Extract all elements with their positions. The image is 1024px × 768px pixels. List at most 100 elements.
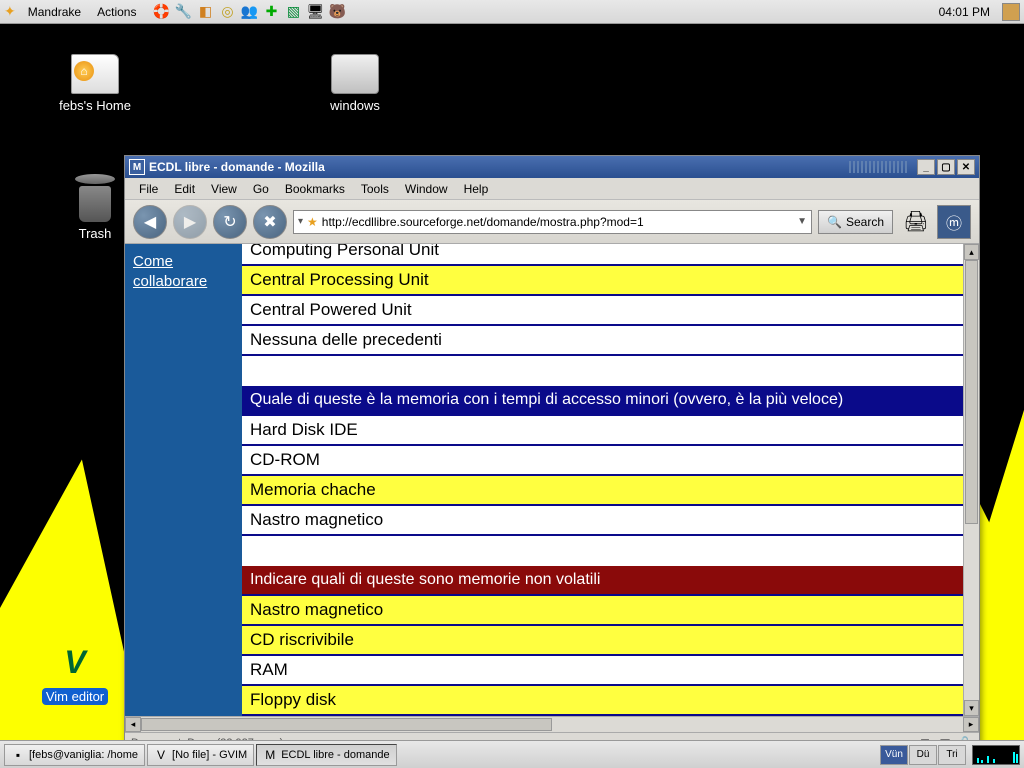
scroll-right-button[interactable]: ▸: [963, 717, 979, 732]
reload-button[interactable]: ↻: [213, 205, 247, 239]
stop-button[interactable]: ✖: [253, 205, 287, 239]
forward-button[interactable]: ▶: [173, 205, 207, 239]
tray-icon-2[interactable]: 🔧: [174, 3, 192, 21]
desktop-button[interactable]: Dü: [909, 745, 937, 765]
answer-row[interactable]: RAM: [242, 656, 963, 686]
vim-logo-icon: V: [51, 644, 99, 684]
vertical-scrollbar[interactable]: ▴ ▾: [963, 244, 979, 716]
search-label: Search: [846, 215, 884, 229]
taskbar-item[interactable]: ▪ [febs@vaniglia: /home: [4, 744, 145, 766]
menu-go[interactable]: Go: [245, 180, 277, 198]
task-app-icon: V: [154, 748, 168, 762]
clock[interactable]: 04:01 PM: [931, 5, 998, 19]
quiz-block: Quale di queste è la memoria con i tempi…: [242, 386, 963, 536]
titlebar[interactable]: M ECDL libre - domande - Mozilla _ ▢ ✕: [125, 156, 979, 178]
home-folder-icon[interactable]: ⌂ febs's Home: [40, 54, 150, 113]
icon-label: febs's Home: [40, 98, 150, 113]
scroll-down-button[interactable]: ▾: [964, 700, 979, 716]
tray-icon-3[interactable]: ◧: [196, 3, 214, 21]
task-app-icon: M: [263, 748, 277, 762]
task-label: [febs@vaniglia: /home: [29, 749, 138, 761]
close-button[interactable]: ✕: [957, 159, 975, 175]
search-icon: 🔍: [827, 215, 842, 229]
tray-icon-7[interactable]: ▧: [284, 3, 302, 21]
desktop-button[interactable]: Vün: [880, 745, 908, 765]
tray-icon-4[interactable]: ◎: [218, 3, 236, 21]
task-app-icon: ▪: [11, 748, 25, 762]
titlebar-grip: [849, 161, 909, 173]
icon-label: Vim editor: [42, 688, 108, 705]
os-menu[interactable]: Mandrake: [20, 3, 89, 21]
tray-icon-5[interactable]: 👥: [240, 3, 258, 21]
mandrake-star-icon: ✦: [4, 3, 16, 20]
tray-icon-6[interactable]: ✚: [262, 3, 280, 21]
answer-row[interactable]: CD-ROM: [242, 446, 963, 476]
quiz-block: Computing Personal UnitCentral Processin…: [242, 244, 963, 356]
answer-row[interactable]: Nastro magnetico: [242, 506, 963, 536]
scroll-thumb[interactable]: [965, 260, 978, 524]
answer-row[interactable]: Nastro magnetico: [242, 594, 963, 626]
answer-row[interactable]: Central Powered Unit: [242, 296, 963, 326]
hscroll-track[interactable]: [141, 717, 963, 732]
url-history-dropdown[interactable]: ▾: [298, 216, 303, 227]
sidebar-link-collaborate[interactable]: Come collaborare: [133, 252, 234, 291]
scroll-up-button[interactable]: ▴: [964, 244, 979, 260]
taskbar: ▪ [febs@vaniglia: /home V [No file] - GVIM M…: [0, 740, 1024, 768]
answer-row[interactable]: Central Processing Unit: [242, 266, 963, 296]
menu-tools[interactable]: Tools: [353, 180, 397, 198]
answer-row[interactable]: Nessuna delle precedenti: [242, 326, 963, 356]
answer-row[interactable]: Hard Disk IDE: [242, 414, 963, 446]
scroll-left-button[interactable]: ◂: [125, 717, 141, 732]
icon-label: windows: [300, 98, 410, 113]
system-tray: 🛟 🔧 ◧ ◎ 👥 ✚ ▧ 🖥 🐻: [152, 3, 346, 21]
task-label: ECDL libre - domande: [281, 749, 389, 761]
search-button[interactable]: 🔍 Search: [818, 210, 893, 234]
menu-window[interactable]: Window: [397, 180, 456, 198]
menu-file[interactable]: File: [131, 180, 166, 198]
horizontal-scrollbar[interactable]: ◂ ▸: [125, 716, 979, 732]
tray-icon-8[interactable]: 🖥: [306, 3, 324, 21]
vim-editor-icon[interactable]: V Vim editor: [20, 644, 130, 705]
browser-toolbar: ◀ ▶ ↻ ✖ ▾ ★ ▼ 🔍 Search 🖨 ⓜ: [125, 200, 979, 244]
hscroll-thumb[interactable]: [141, 718, 552, 731]
answer-row[interactable]: CD riscrivibile: [242, 626, 963, 656]
menu-edit[interactable]: Edit: [166, 180, 203, 198]
menu-help[interactable]: Help: [456, 180, 497, 198]
scroll-track[interactable]: [964, 260, 979, 700]
window-title: ECDL libre - domande - Mozilla: [149, 160, 843, 174]
bookmark-icon[interactable]: ★: [307, 215, 318, 229]
answer-row[interactable]: Memoria chache: [242, 476, 963, 506]
window-app-icon: M: [129, 159, 145, 175]
taskbar-item[interactable]: M ECDL libre - domande: [256, 744, 396, 766]
answer-row[interactable]: Computing Personal Unit: [242, 244, 963, 266]
task-label: [No file] - GVIM: [172, 749, 247, 761]
system-monitor-graph[interactable]: [972, 745, 1020, 765]
browser-menubar: File Edit View Go Bookmarks Tools Window…: [125, 178, 979, 200]
question-header: Indicare quali di queste sono memorie no…: [242, 566, 963, 594]
answer-row[interactable]: Floppy disk: [242, 686, 963, 716]
page-main-content: Computing Personal UnitCentral Processin…: [242, 244, 963, 716]
top-menubar: ✦ Mandrake Actions 🛟 🔧 ◧ ◎ 👥 ✚ ▧ 🖥 🐻 04:…: [0, 0, 1024, 24]
windows-drive-icon[interactable]: windows: [300, 54, 410, 113]
taskbar-item[interactable]: V [No file] - GVIM: [147, 744, 254, 766]
back-button[interactable]: ◀: [133, 205, 167, 239]
desktop-switcher: VünDüTri: [880, 745, 966, 765]
calendar-icon[interactable]: [1002, 3, 1020, 21]
url-dropdown[interactable]: ▼: [797, 216, 807, 227]
menu-bookmarks[interactable]: Bookmarks: [277, 180, 353, 198]
url-input[interactable]: [322, 215, 793, 229]
minimize-button[interactable]: _: [917, 159, 935, 175]
page-sidebar: Come collaborare: [125, 244, 242, 716]
desktop[interactable]: ⌂ febs's Home windows Trash V Vim editor…: [0, 24, 1024, 740]
home-badge-icon: ⌂: [74, 61, 94, 81]
actions-menu[interactable]: Actions: [89, 3, 144, 21]
question-header: Quale di queste è la memoria con i tempi…: [242, 386, 963, 414]
menu-view[interactable]: View: [203, 180, 245, 198]
maximize-button[interactable]: ▢: [937, 159, 955, 175]
desktop-button[interactable]: Tri: [938, 745, 966, 765]
browser-window: M ECDL libre - domande - Mozilla _ ▢ ✕ F…: [124, 155, 980, 753]
print-button[interactable]: 🖨: [899, 205, 933, 239]
tray-icon-1[interactable]: 🛟: [152, 3, 170, 21]
tray-icon-9[interactable]: 🐻: [328, 3, 346, 21]
mozilla-throbber-icon[interactable]: ⓜ: [937, 205, 971, 239]
